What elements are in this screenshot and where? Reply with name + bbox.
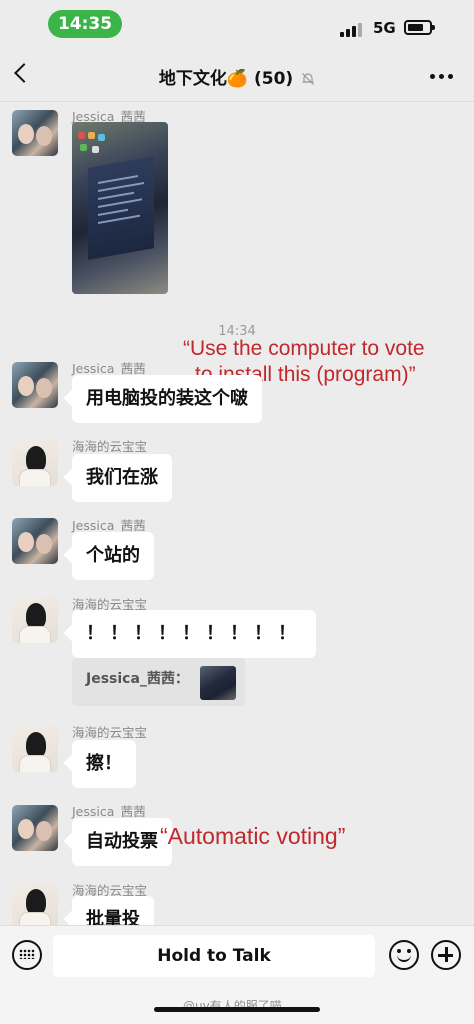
annotation-translation-3: “Automatic voting” bbox=[160, 823, 346, 849]
message-bubble[interactable]: 个站的 bbox=[72, 532, 154, 580]
avatar-jessica[interactable] bbox=[12, 110, 58, 156]
avatar-haihai[interactable] bbox=[12, 440, 58, 486]
avatar-jessica[interactable] bbox=[12, 362, 58, 408]
home-indicator bbox=[154, 1007, 320, 1012]
chat-header: 地下文化🍊 (50) bbox=[0, 50, 474, 102]
annotation-translation-1: “Use the computer to vote bbox=[183, 337, 425, 360]
signal-icon bbox=[340, 23, 364, 37]
keyboard-icon[interactable] bbox=[12, 940, 42, 970]
avatar-haihai[interactable] bbox=[12, 597, 58, 643]
message-bubble[interactable]: ！！！！！！！！！ bbox=[72, 610, 316, 658]
quoted-reply[interactable]: Jessica_茜茜： bbox=[72, 658, 245, 706]
quoted-image-thumbnail bbox=[200, 666, 236, 700]
member-count: (50) bbox=[253, 69, 294, 89]
avatar-jessica[interactable] bbox=[12, 805, 58, 851]
sender-name: 海海的云宝宝 bbox=[72, 439, 148, 454]
status-bar: 14:35 5G bbox=[0, 0, 474, 50]
sender-name: 海海的云宝宝 bbox=[72, 725, 148, 740]
image-message[interactable] bbox=[72, 122, 168, 294]
hold-to-talk-button[interactable]: Hold to Talk bbox=[53, 935, 375, 977]
message-bubble[interactable]: 用电脑投的装这个啵 bbox=[72, 375, 262, 423]
avatar-jessica[interactable] bbox=[12, 518, 58, 564]
emoji-icon[interactable] bbox=[389, 940, 419, 970]
group-name: 地下文化🍊 bbox=[158, 69, 249, 89]
quoted-sender: Jessica_茜茜： bbox=[86, 671, 189, 687]
plus-icon[interactable] bbox=[431, 940, 461, 970]
chat-title: 地下文化🍊 (50) bbox=[0, 64, 474, 89]
message-bubble[interactable]: 我们在涨 bbox=[72, 454, 172, 502]
more-icon[interactable] bbox=[430, 74, 454, 80]
avatar-haihai[interactable] bbox=[12, 726, 58, 772]
mute-bell-icon bbox=[302, 73, 315, 85]
network-type: 5G bbox=[373, 19, 396, 37]
battery-icon bbox=[404, 20, 435, 35]
message-bubble[interactable]: 自动投票 bbox=[72, 818, 172, 866]
avatar-haihai[interactable] bbox=[12, 883, 58, 929]
status-time: 14:35 bbox=[48, 10, 122, 38]
message-bubble[interactable]: 擦！ bbox=[72, 740, 136, 788]
